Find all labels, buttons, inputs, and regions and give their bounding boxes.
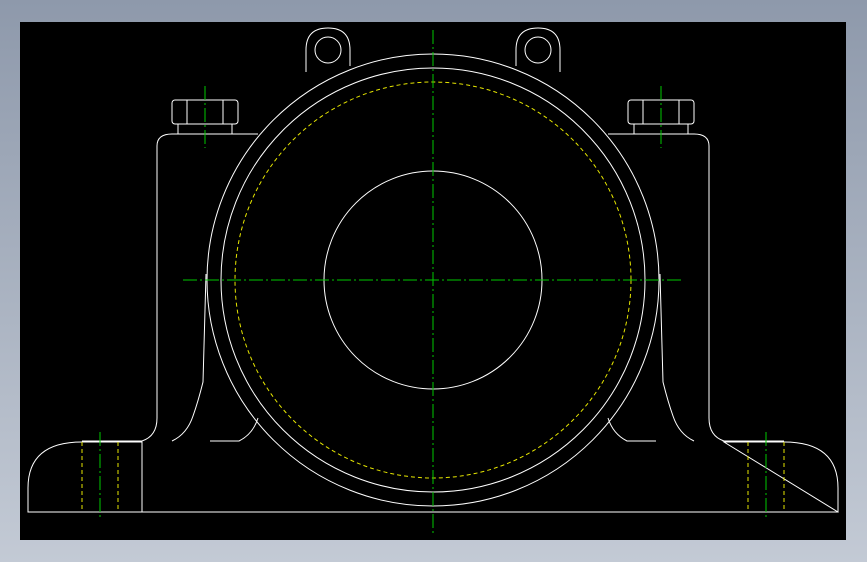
left-lifting-eye <box>305 27 351 72</box>
right-pedestal-fillet <box>607 417 656 442</box>
base-plate-outline <box>27 441 143 513</box>
right-lifting-eye <box>515 27 561 72</box>
right-lifting-eye-hole <box>524 36 552 64</box>
base-plate-outline-right <box>722 441 839 513</box>
drawing-canvas[interactable] <box>20 22 846 540</box>
left-pedestal-inner <box>171 273 207 442</box>
cad-viewport[interactable] <box>0 0 867 562</box>
left-pedestal-fillet <box>210 417 259 442</box>
drawing-svg <box>27 27 839 534</box>
left-lifting-eye-hole <box>314 36 342 64</box>
right-pedestal-inner <box>659 273 695 442</box>
